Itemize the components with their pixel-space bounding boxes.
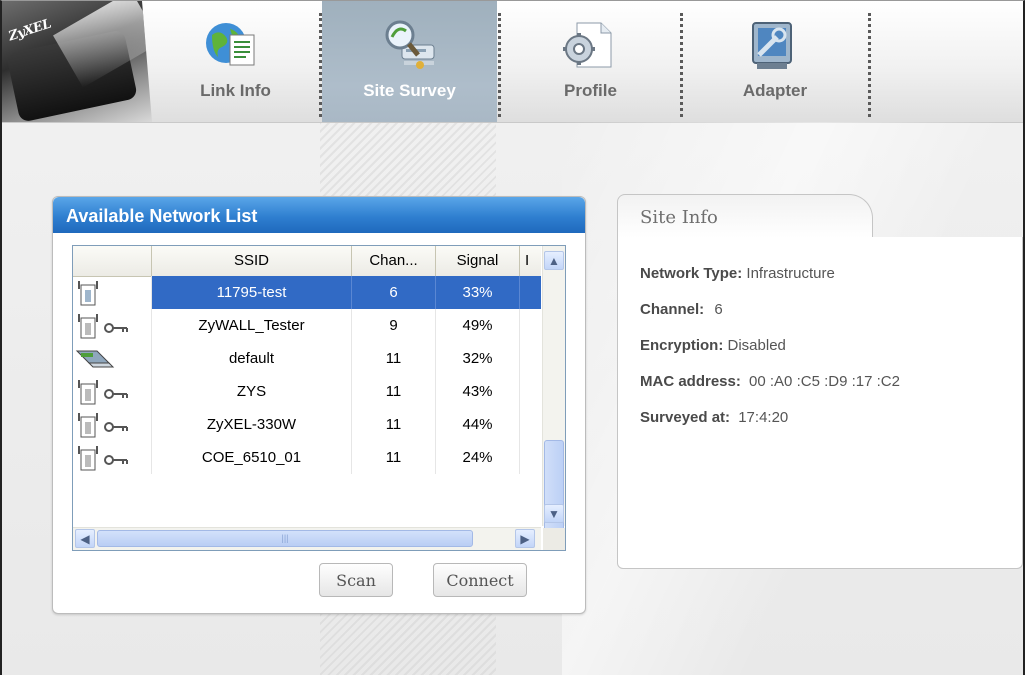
tab-site-survey-label: Site Survey: [363, 81, 456, 100]
column-header-icon[interactable]: [73, 246, 152, 276]
table-row[interactable]: default 11 32%: [73, 342, 541, 375]
encryption-value: Disabled: [727, 337, 786, 354]
vertical-scrollbar[interactable]: ▲ ▼: [542, 246, 565, 550]
network-list-title: Available Network List: [53, 197, 585, 233]
top-navigation: ZyXEL Link Info Site Survey Profile Adap…: [2, 1, 1023, 123]
row-channel: 11: [352, 375, 436, 408]
table-row[interactable]: COE_6510_01 11 24%: [73, 441, 541, 474]
table-header: SSID Chan... Signal I: [73, 246, 541, 277]
encryption-label: Encryption:: [640, 337, 724, 354]
row-channel: 11: [352, 441, 436, 474]
tab-link-info[interactable]: Link Info: [152, 1, 319, 122]
scrollbar-corner: [543, 528, 565, 550]
row-icon-cell: [73, 441, 152, 474]
table-row[interactable]: ZyXEL-330W 11 44%: [73, 408, 541, 441]
row-channel: 6: [352, 276, 436, 309]
encryption-line: Encryption: Disabled: [640, 337, 786, 354]
network-type-value: Infrastructure: [746, 265, 835, 282]
network-type-label: Network Type:: [640, 265, 743, 282]
row-channel: 11: [352, 342, 436, 375]
access-point-icon: [78, 281, 98, 306]
scroll-down-button[interactable]: ▼: [544, 504, 564, 523]
connect-button[interactable]: Connect: [433, 563, 527, 597]
scan-button[interactable]: Scan: [319, 563, 393, 597]
channel-label: Channel:: [640, 301, 705, 318]
access-point-key-icon: [78, 380, 128, 405]
row-ssid: COE_6510_01: [152, 441, 352, 474]
gear-document-icon: [563, 22, 612, 68]
magnifier-access-point-icon: [385, 20, 435, 69]
mac-address-line: MAC address: 00 :A0 :C5 :D9 :17 :C2: [640, 373, 900, 390]
row-signal: 43%: [436, 375, 520, 408]
surveyed-at-label: Surveyed at:: [640, 409, 731, 426]
row-icon-cell: [73, 309, 152, 342]
tab-adapter-label: Adapter: [742, 81, 808, 100]
column-header-signal[interactable]: Signal: [436, 246, 520, 276]
mac-address-label: MAC address:: [640, 373, 741, 390]
row-signal: 49%: [436, 309, 520, 342]
column-header-more[interactable]: I: [520, 246, 541, 276]
horizontal-scroll-thumb[interactable]: |||: [97, 530, 473, 547]
row-channel: 11: [352, 408, 436, 441]
brand-device-image: ZyXEL: [2, 1, 152, 122]
scroll-right-button[interactable]: ▶: [515, 529, 535, 548]
brand-logo: ZyXEL: [6, 16, 53, 45]
tab-link-info-label: Link Info: [200, 81, 271, 100]
network-list-panel: Available Network List SSID Chan... Sign…: [52, 196, 586, 614]
tab-site-survey[interactable]: Site Survey: [322, 1, 497, 122]
adapter-wrench-icon: [752, 22, 792, 69]
row-signal: 24%: [436, 441, 520, 474]
globe-document-icon: [206, 23, 255, 66]
mac-address-value: 00 :A0 :C5 :D9 :17 :C2: [749, 373, 900, 390]
row-ssid: ZyWALL_Tester: [152, 309, 352, 342]
surveyed-at-line: Surveyed at: 17:4:20: [640, 409, 788, 426]
table-row[interactable]: ZYS 11 43%: [73, 375, 541, 408]
scroll-left-button[interactable]: ◀: [75, 529, 95, 548]
network-type-line: Network Type: Infrastructure: [640, 265, 835, 282]
network-table[interactable]: SSID Chan... Signal I 11795-test 6 33% Z…: [72, 245, 566, 551]
row-icon-cell: [73, 408, 152, 441]
row-signal: 33%: [436, 276, 520, 309]
row-extra: [520, 276, 541, 309]
access-point-key-icon: [78, 446, 128, 471]
tab-profile-label: Profile: [564, 81, 617, 100]
access-point-key-icon: [78, 314, 128, 339]
surveyed-at-value: 17:4:20: [738, 409, 789, 426]
row-icon-cell: [73, 276, 152, 309]
row-channel: 9: [352, 309, 436, 342]
table-row[interactable]: ZyWALL_Tester 9 49%: [73, 309, 541, 342]
table-row[interactable]: 11795-test 6 33%: [73, 276, 541, 309]
nav-divider: [868, 13, 871, 117]
scroll-up-button[interactable]: ▲: [544, 251, 564, 270]
app-window: ZyXEL Link Info Site Survey Profile Adap…: [0, 0, 1025, 675]
row-icon-cell: [73, 342, 152, 375]
channel-line: Channel: 6: [640, 301, 723, 318]
column-header-channel[interactable]: Chan...: [352, 246, 436, 276]
tab-profile[interactable]: Profile: [501, 1, 680, 122]
row-ssid: 11795-test: [152, 276, 352, 309]
access-point-key-icon: [78, 413, 128, 438]
row-icon-cell: [73, 375, 152, 408]
adhoc-laptop-icon: [75, 350, 115, 368]
row-signal: 44%: [436, 408, 520, 441]
row-ssid: ZyXEL-330W: [152, 408, 352, 441]
row-signal: 32%: [436, 342, 520, 375]
row-ssid: default: [152, 342, 352, 375]
tab-adapter[interactable]: Adapter: [683, 1, 867, 122]
channel-value: 6: [714, 301, 723, 318]
row-ssid: ZYS: [152, 375, 352, 408]
column-header-ssid[interactable]: SSID: [152, 246, 352, 276]
site-info-panel: Network Type: Infrastructure Channel: 6 …: [617, 237, 1023, 569]
site-info-title: Site Info: [617, 194, 873, 238]
horizontal-scrollbar[interactable]: ◀ ||| ▶: [73, 527, 541, 550]
